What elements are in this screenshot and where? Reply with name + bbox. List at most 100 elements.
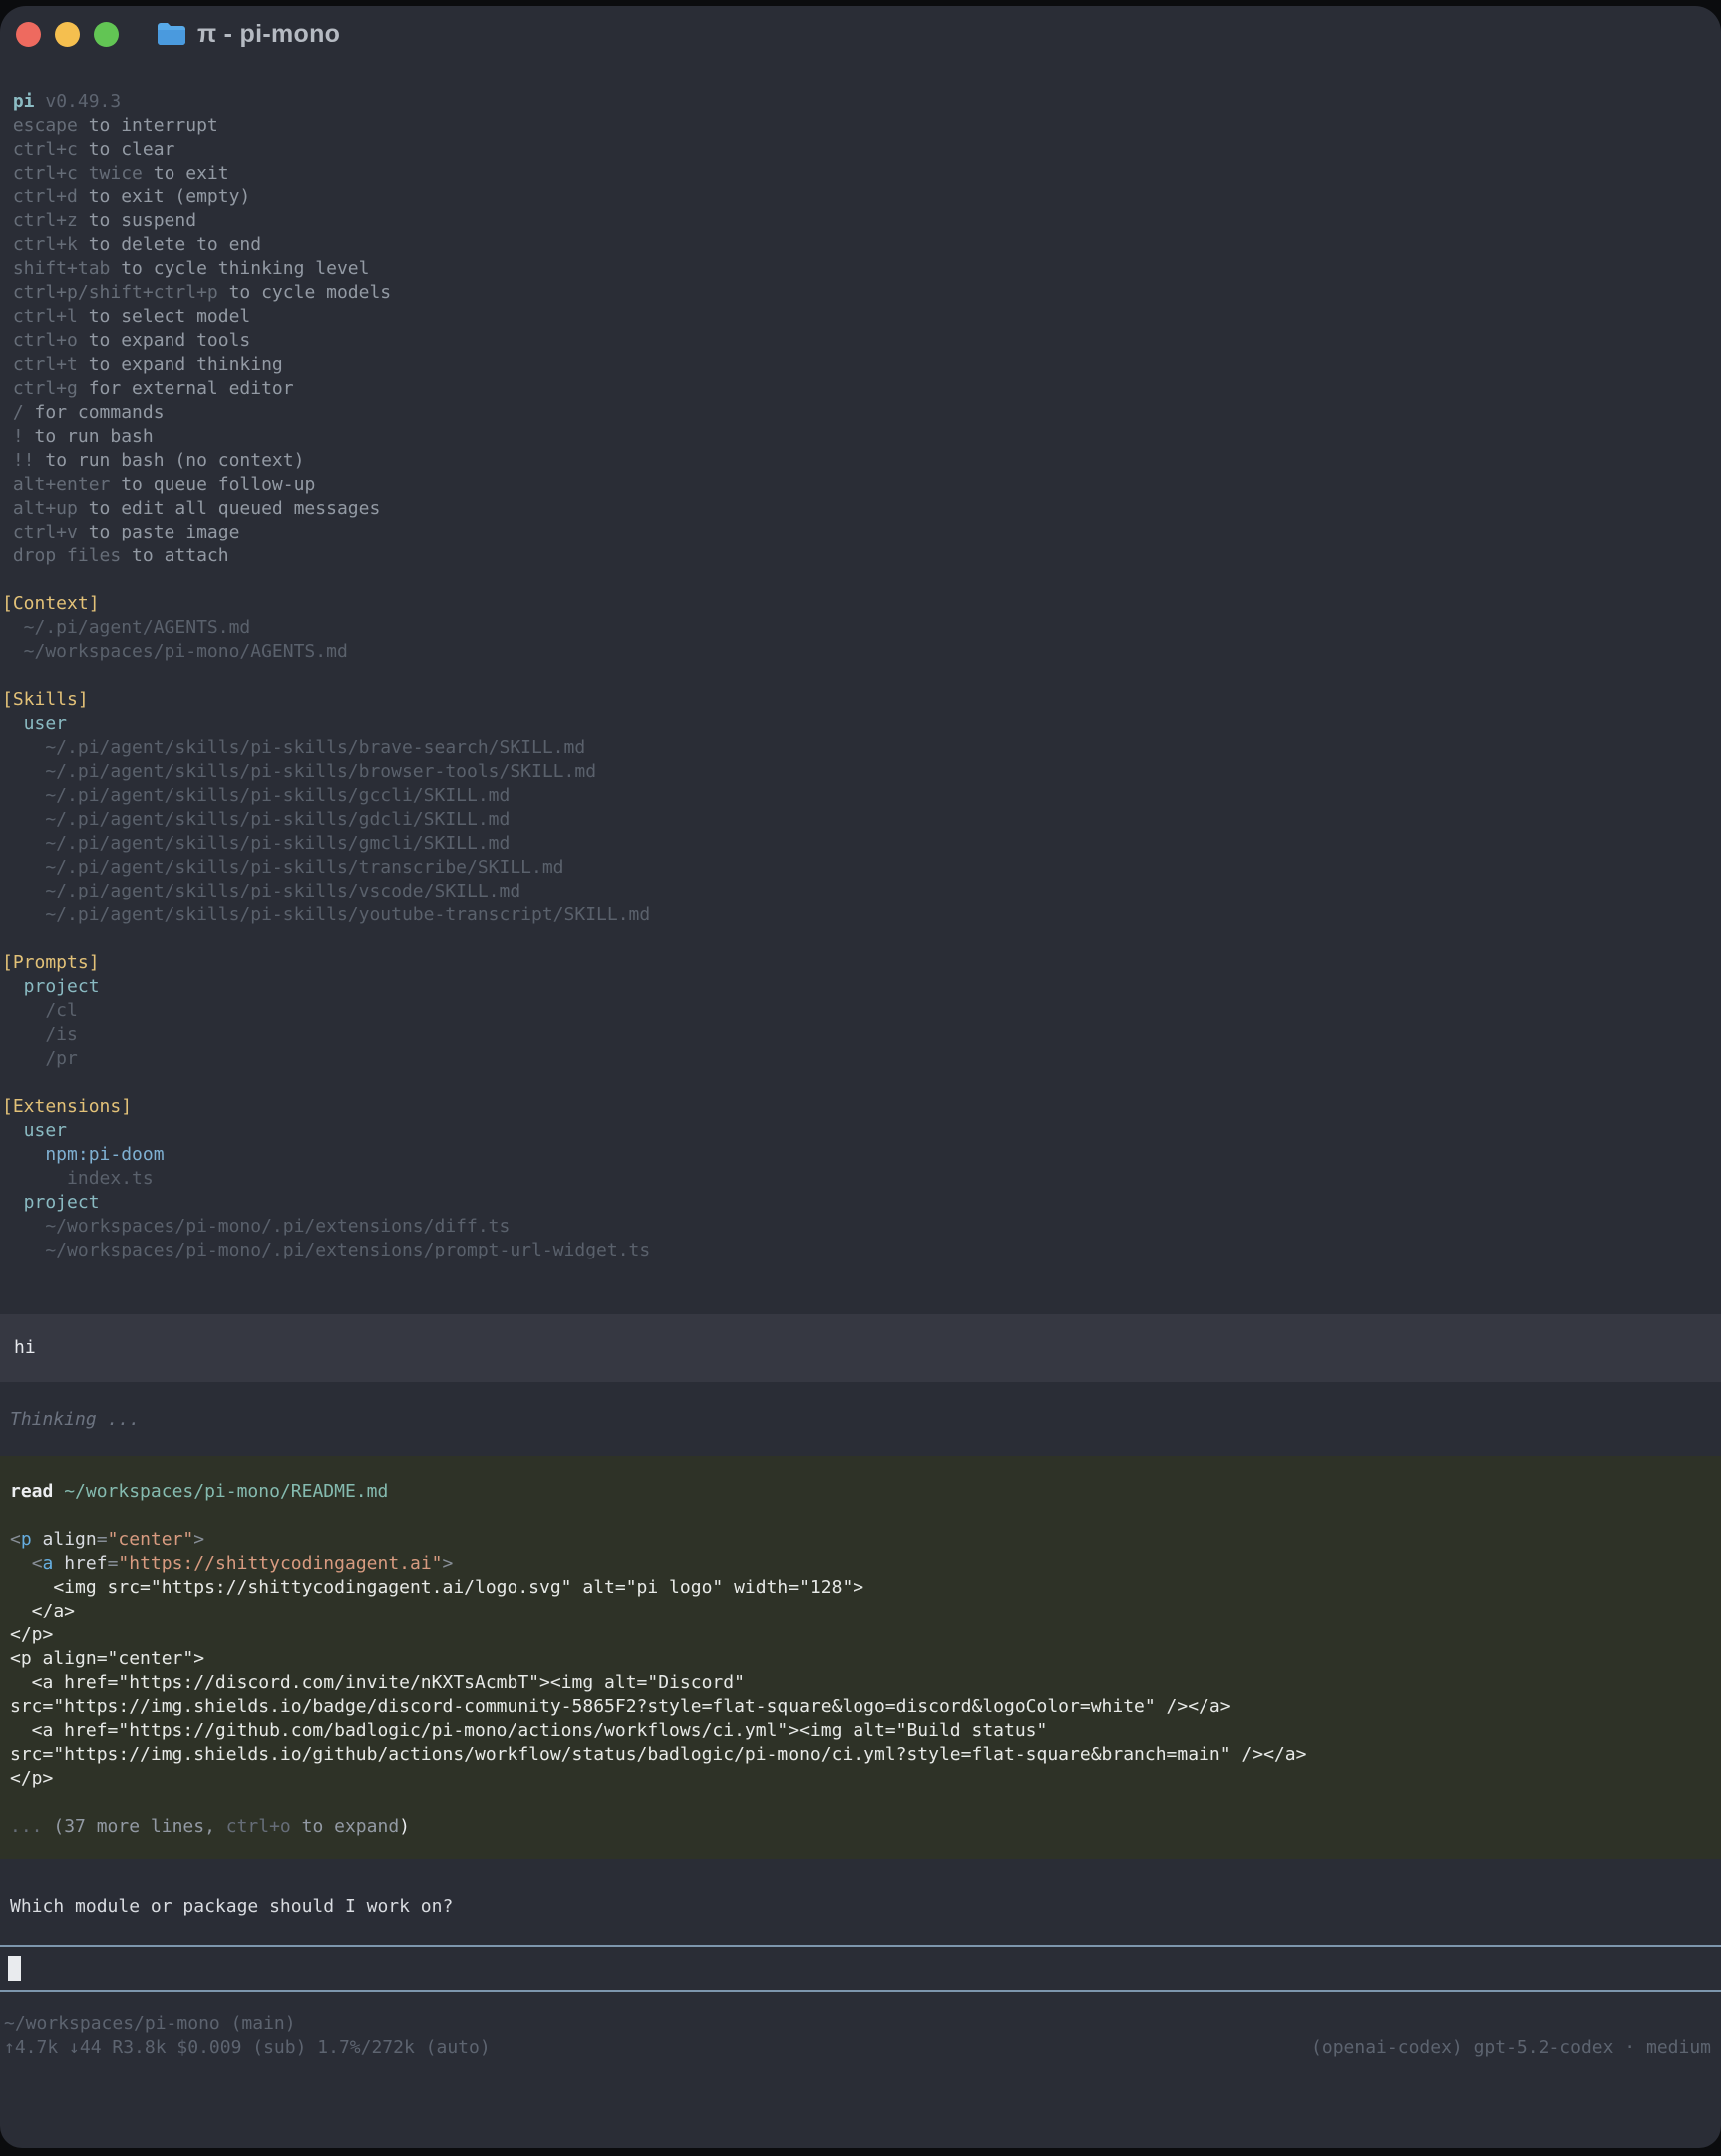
- window-title: π - pi-mono: [197, 20, 340, 49]
- terminal-line: pi v0.49.3: [2, 90, 1721, 114]
- text-segment: <: [10, 1529, 21, 1550]
- terminal-line: drop files to attach: [2, 544, 1721, 568]
- user-message-text: hi: [14, 1337, 36, 1358]
- text-segment: ...: [10, 1816, 53, 1837]
- terminal-line: src="https://img.shields.io/github/actio…: [10, 1743, 1711, 1767]
- terminal-line: npm:pi-doom: [2, 1143, 1721, 1167]
- text-segment: to select model: [78, 306, 250, 327]
- text-segment: ~/.pi/agent/skills/pi-skills/gmcli/SKILL…: [2, 833, 510, 854]
- text-segment: ~/.pi/agent/skills/pi-skills/vscode/SKIL…: [2, 881, 520, 901]
- terminal-line: <p align="center">: [10, 1647, 1711, 1671]
- text-segment: ctrl+z: [2, 210, 78, 231]
- text-segment: user: [2, 1120, 67, 1141]
- prompt-input[interactable]: [0, 1945, 1721, 1992]
- terminal-line: ! to run bash: [2, 425, 1721, 449]
- text-segment: to cycle thinking level: [110, 258, 369, 279]
- text-segment: pi: [2, 91, 35, 112]
- text-segment: <img src="https://shittycodingagent.ai/l…: [10, 1577, 863, 1598]
- tool-call-block: read ~/workspaces/pi-mono/README.md <p a…: [0, 1456, 1721, 1859]
- terminal-line: /cl: [2, 999, 1721, 1023]
- text-segment: src="https://img.shields.io/github/actio…: [10, 1744, 1306, 1765]
- text-segment: to queue follow-up: [110, 474, 315, 495]
- terminal-line: [10, 1791, 1711, 1815]
- terminal-line: <p align="center">: [10, 1528, 1711, 1552]
- terminal-line: project: [2, 975, 1721, 999]
- text-segment: >: [193, 1529, 204, 1550]
- terminal-line: ctrl+c to clear: [2, 138, 1721, 162]
- minimize-window-button[interactable]: [55, 22, 80, 47]
- text-segment: [10, 1553, 32, 1574]
- status-row: ↑4.7k ↓44 R3.8k $0.009 (sub) 1.7%/272k (…: [4, 2036, 1711, 2060]
- text-segment: user: [2, 713, 67, 734]
- terminal-line: /is: [2, 1023, 1721, 1047]
- terminal-line: ~/.pi/agent/skills/pi-skills/youtube-tra…: [2, 903, 1721, 927]
- text-segment: read: [10, 1481, 53, 1502]
- text-segment: ctrl+c twice: [2, 163, 143, 183]
- terminal-line: </p>: [10, 1623, 1711, 1647]
- terminal-line: ctrl+g for external editor: [2, 377, 1721, 401]
- status-workdir: ~/workspaces/pi-mono (main): [4, 2012, 1711, 2036]
- text-segment: /is: [2, 1024, 78, 1045]
- terminal-line: user: [2, 712, 1721, 736]
- text-segment: (37 more lines,: [53, 1816, 225, 1837]
- terminal-line: user: [2, 1119, 1721, 1143]
- text-segment: ~/.pi/agent/skills/pi-skills/youtube-tra…: [2, 904, 650, 925]
- text-segment: to run bash (no context): [35, 450, 305, 471]
- terminal-line: ~/.pi/agent/skills/pi-skills/browser-too…: [2, 760, 1721, 784]
- terminal-line: ctrl+z to suspend: [2, 209, 1721, 233]
- terminal-line: </p>: [10, 1767, 1711, 1791]
- terminal-line: ctrl+o to expand tools: [2, 329, 1721, 353]
- terminal-line: ~/.pi/agent/AGENTS.md: [2, 616, 1721, 640]
- text-segment: drop files: [2, 545, 121, 566]
- terminal-line: [Extensions]: [2, 1095, 1721, 1119]
- terminal-line: ~/workspaces/pi-mono/.pi/extensions/prom…: [2, 1239, 1721, 1262]
- text-segment: ctrl+t: [2, 354, 78, 375]
- text-segment: p: [21, 1529, 32, 1550]
- assistant-message: Which module or package should I work on…: [0, 1895, 1721, 1919]
- text-segment: shift+tab: [2, 258, 110, 279]
- text-segment: ~/workspaces/pi-mono/.pi/extensions/prom…: [2, 1240, 650, 1260]
- text-segment: ctrl+p/shift+ctrl+p: [2, 282, 218, 303]
- text-segment: ~/.pi/agent/skills/pi-skills/gdcli/SKILL…: [2, 809, 510, 830]
- text-segment: ~/workspaces/pi-mono/README.md: [53, 1481, 388, 1502]
- terminal-line: read ~/workspaces/pi-mono/README.md: [10, 1480, 1711, 1504]
- terminal-line: [Context]: [2, 592, 1721, 616]
- terminal-line: [2, 568, 1721, 592]
- text-segment: to exit (empty): [78, 186, 250, 207]
- terminal-line: project: [2, 1191, 1721, 1215]
- close-window-button[interactable]: [16, 22, 41, 47]
- text-segment: >: [443, 1553, 454, 1574]
- text-segment: ctrl+o: [2, 330, 78, 351]
- terminal-line: ctrl+l to select model: [2, 305, 1721, 329]
- terminal-line: index.ts: [2, 1167, 1721, 1191]
- text-segment: align: [32, 1529, 97, 1550]
- text-segment: alt+up: [2, 498, 78, 519]
- terminal-line: alt+up to edit all queued messages: [2, 497, 1721, 521]
- text-segment: to attach: [121, 545, 228, 566]
- text-segment: </p>: [10, 1768, 53, 1789]
- folder-icon: [157, 22, 186, 46]
- text-segment: ctrl+d: [2, 186, 78, 207]
- text-segment: v0.49.3: [35, 91, 122, 112]
- thinking-indicator: Thinking ...: [0, 1408, 1721, 1432]
- terminal-line: shift+tab to cycle thinking level: [2, 257, 1721, 281]
- text-segment: ctrl+k: [2, 234, 78, 255]
- text-segment: [Skills]: [2, 689, 89, 710]
- text-segment: to delete to end: [78, 234, 261, 255]
- zoom-window-button[interactable]: [94, 22, 119, 47]
- text-segment: src="https://img.shields.io/badge/discor…: [10, 1696, 1231, 1717]
- terminal-line: ~/.pi/agent/skills/pi-skills/gdcli/SKILL…: [2, 808, 1721, 832]
- terminal-line: <img src="https://shittycodingagent.ai/l…: [10, 1576, 1711, 1600]
- text-segment: to clear: [78, 139, 175, 160]
- terminal-line: [10, 1504, 1711, 1528]
- terminal-line: ctrl+t to expand thinking: [2, 353, 1721, 377]
- text-segment: =: [108, 1553, 119, 1574]
- terminal-line: ~/workspaces/pi-mono/.pi/extensions/diff…: [2, 1215, 1721, 1239]
- terminal-line: escape to interrupt: [2, 114, 1721, 138]
- terminal-window: π - pi-mono pi v0.49.3 escape to interru…: [0, 6, 1721, 2148]
- terminal-line: ~/.pi/agent/skills/pi-skills/transcribe/…: [2, 856, 1721, 880]
- status-usage: ↑4.7k ↓44 R3.8k $0.009 (sub) 1.7%/272k (…: [4, 2036, 491, 2060]
- text-segment: /: [2, 402, 24, 423]
- text-segment: <p align="center">: [10, 1648, 204, 1669]
- terminal-line: [Skills]: [2, 688, 1721, 712]
